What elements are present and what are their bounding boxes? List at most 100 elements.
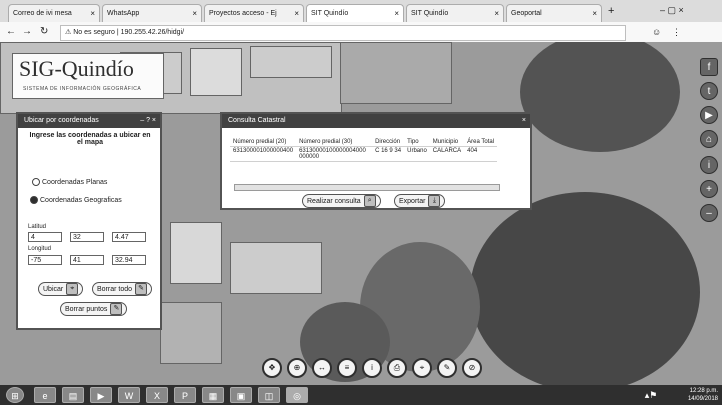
excel-icon[interactable]: X xyxy=(146,387,168,403)
table-cell: Urbano xyxy=(404,146,430,162)
zoom-out-icon[interactable]: – xyxy=(700,204,718,222)
browser-tab[interactable]: Correo de ivi mesa × xyxy=(8,4,100,22)
twitter-icon[interactable]: t xyxy=(700,82,718,100)
browser-tab[interactable]: SIT Quindío × xyxy=(406,4,504,22)
lon-degrees-input[interactable]: -75 xyxy=(28,255,62,265)
clear-points-button[interactable]: Borrar puntos ✎ xyxy=(60,302,128,316)
column-header[interactable]: Tipo xyxy=(404,138,430,147)
new-tab-button[interactable]: + xyxy=(608,4,614,18)
close-icon[interactable]: × xyxy=(90,5,95,22)
identify-icon[interactable]: i xyxy=(362,358,382,378)
radio-geograficas[interactable]: Coordenadas Geograficas xyxy=(30,196,122,204)
column-header[interactable]: Área Total xyxy=(464,138,498,147)
map-building xyxy=(170,222,222,284)
profile-icon[interactable]: ☺ xyxy=(652,25,661,39)
address-bar: ← → ↻ ⚠ No es seguro | 190.255.42.26/hid… xyxy=(0,22,722,43)
close-icon[interactable]: × xyxy=(494,5,499,22)
draw-icon[interactable]: ✎ xyxy=(437,358,457,378)
word-icon[interactable]: W xyxy=(118,387,140,403)
export-icon: ⤓ xyxy=(428,195,441,207)
print-icon[interactable]: ⎙ xyxy=(387,358,407,378)
map-building xyxy=(250,46,332,78)
url-input[interactable]: ⚠ No es seguro | 190.255.42.26/hidgi/ xyxy=(60,25,626,41)
locate-button[interactable]: Ubicar ⌖ xyxy=(38,282,84,296)
column-header[interactable]: Dirección xyxy=(372,138,405,147)
panel-title: Ubicar por coordenadas xyxy=(24,117,99,124)
results-table: Número predial (20) Número predial (30) … xyxy=(230,138,498,162)
table-cell: 63130000100000004000000000 xyxy=(296,146,373,162)
reload-icon[interactable]: ↻ xyxy=(40,25,48,39)
home-icon[interactable]: ⌂ xyxy=(700,130,718,148)
zoom-box-icon[interactable]: ⊕ xyxy=(287,358,307,378)
media-player-icon[interactable]: ▶ xyxy=(90,387,112,403)
folder-icon[interactable]: ▤ xyxy=(62,387,84,403)
youtube-icon[interactable]: ▶ xyxy=(700,106,718,124)
lat-minutes-input[interactable]: 32 xyxy=(70,232,104,242)
column-header[interactable]: Número predial (30) xyxy=(296,138,373,147)
powerpoint-icon[interactable]: P xyxy=(174,387,196,403)
browser-tab-bar: Correo de ivi mesa × WhatsApp × Proyectos … xyxy=(0,0,722,23)
tab-label: SIT Quindío xyxy=(311,10,349,17)
measure-icon[interactable]: ↔ xyxy=(312,358,332,378)
zoom-in-icon[interactable]: + xyxy=(700,180,718,198)
app-icon[interactable]: ◫ xyxy=(258,387,280,403)
start-button-icon[interactable]: ⊞ xyxy=(6,387,24,403)
sig-quindio-logo: SIG-Quindío SISTEMA DE INFORMACIÓN GEOGR… xyxy=(12,53,164,99)
table-row[interactable]: 631300001000000400 631300001000000040000… xyxy=(230,146,498,162)
pan-tool-icon[interactable]: ✥ xyxy=(262,358,282,378)
tab-label: WhatsApp xyxy=(107,10,140,17)
clear-map-icon[interactable]: ⊘ xyxy=(462,358,482,378)
chrome-icon[interactable]: ◎ xyxy=(286,387,308,403)
forward-icon[interactable]: → xyxy=(22,25,32,39)
latitude-label: Latitud xyxy=(28,224,47,230)
eraser-icon: ✎ xyxy=(135,283,148,295)
panel-controls[interactable]: – ? × xyxy=(140,114,156,128)
windows-taskbar: ⊞ e ▤ ▶ W X P ▦ ▣ ◫ ◎ ▴⚑ 12:28 p.m. 14/0… xyxy=(0,385,722,405)
dialog-header: Consulta Catastral × xyxy=(222,114,530,128)
warning-icon: ⚠ xyxy=(65,29,72,36)
column-header[interactable]: Número predial (20) xyxy=(230,138,297,147)
browser-tab[interactable]: Proyectos acceso - Ej × xyxy=(204,4,304,22)
system-tray-icons[interactable]: ▴⚑ xyxy=(640,387,662,403)
close-icon[interactable]: × xyxy=(394,5,399,22)
close-icon[interactable]: × xyxy=(522,114,526,128)
panel-header: Ubicar por coordenadas – ? × xyxy=(18,114,160,128)
coordinates-icon[interactable]: ⌖ xyxy=(412,358,432,378)
cadastral-query-dialog: Consulta Catastral × Número predial (20)… xyxy=(220,112,532,210)
lat-seconds-input[interactable]: 4.47 xyxy=(112,232,146,242)
browser-tab[interactable]: WhatsApp × xyxy=(102,4,202,22)
dialog-title: Consulta Catastral xyxy=(228,117,286,124)
close-icon[interactable]: × xyxy=(192,5,197,22)
radio-planas[interactable]: Coordenadas Planas xyxy=(32,178,107,186)
longitude-label: Longitud xyxy=(28,246,52,252)
button-label: Borrar todo xyxy=(97,285,133,293)
horizontal-scrollbar[interactable] xyxy=(234,184,500,191)
facebook-icon[interactable]: f xyxy=(700,58,718,76)
url-text: 190.255.42.26/hidgi/ xyxy=(120,29,185,36)
export-button[interactable]: Exportar ⤓ xyxy=(394,194,446,208)
lat-degrees-input[interactable]: 4 xyxy=(28,232,62,242)
close-icon[interactable]: × xyxy=(592,5,597,22)
logo-subtitle: SISTEMA DE INFORMACIÓN GEOGRÁFICA xyxy=(23,86,142,92)
layers-icon[interactable]: ≡ xyxy=(337,358,357,378)
table-cell: 631300001000000400 xyxy=(230,146,297,162)
column-header[interactable]: Municipio xyxy=(429,138,465,147)
map-building xyxy=(160,302,222,364)
close-icon[interactable]: × xyxy=(294,5,299,22)
menu-icon[interactable]: ⋮ xyxy=(672,25,681,39)
window-controls[interactable]: – ▢ × xyxy=(660,3,684,17)
internet-explorer-icon[interactable]: e xyxy=(34,387,56,403)
lon-seconds-input[interactable]: 32.94 xyxy=(112,255,146,265)
button-label: Exportar xyxy=(399,197,426,205)
locate-icon: ⌖ xyxy=(66,283,79,295)
app-icon[interactable]: ▦ xyxy=(202,387,224,403)
clock[interactable]: 12:28 p.m. 14/09/2018 xyxy=(688,387,718,403)
info-icon[interactable]: i xyxy=(700,156,718,174)
clear-all-button[interactable]: Borrar todo ✎ xyxy=(92,282,153,296)
browser-tab-active[interactable]: SIT Quindío × xyxy=(306,4,404,22)
back-icon[interactable]: ← xyxy=(6,25,16,39)
browser-tab[interactable]: Geoportal × xyxy=(506,4,602,22)
app-icon[interactable]: ▣ xyxy=(230,387,252,403)
new-query-button[interactable]: Realizar consulta ⌕ xyxy=(302,194,381,208)
lon-minutes-input[interactable]: 41 xyxy=(70,255,104,265)
